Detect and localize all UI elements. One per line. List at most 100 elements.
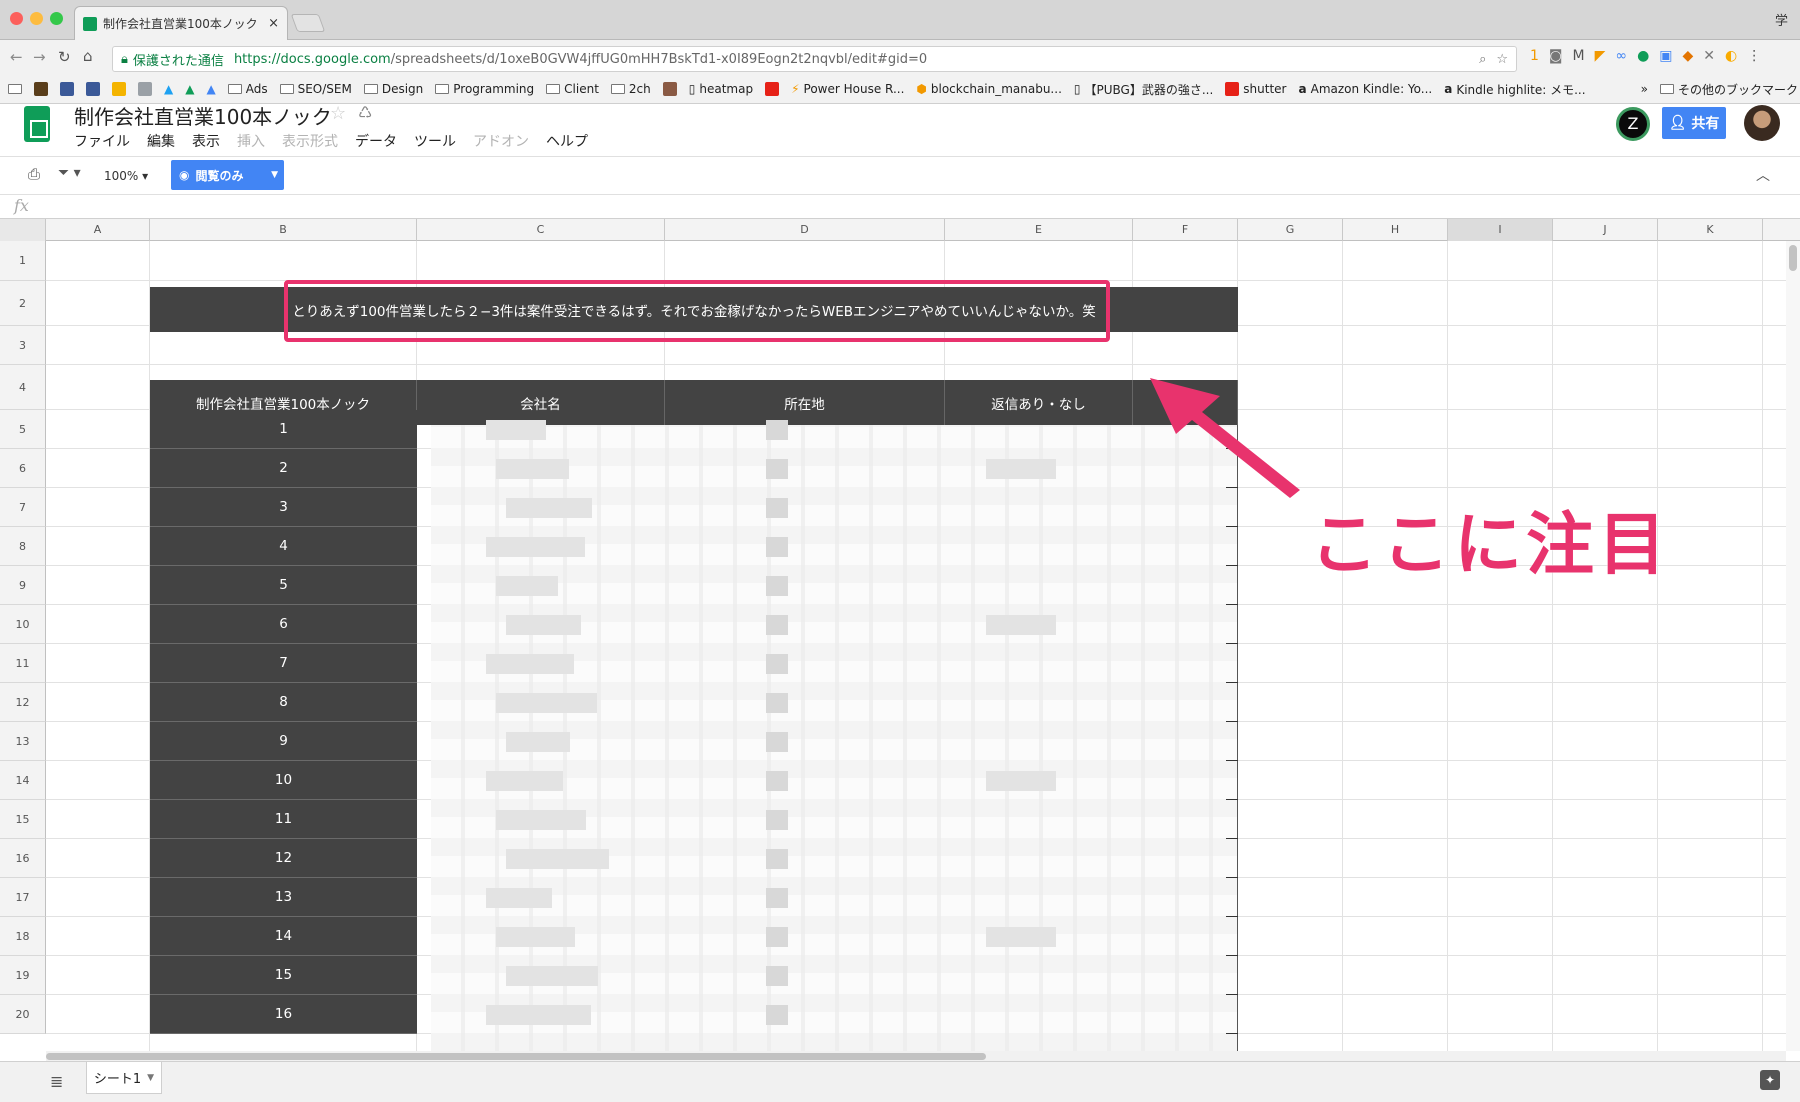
row-header[interactable]: 8: [0, 527, 46, 566]
forward-icon[interactable]: →: [33, 48, 46, 66]
menu-item[interactable]: 表示形式: [282, 131, 338, 151]
menu-item[interactable]: 表示: [192, 131, 220, 151]
chevron-up-icon[interactable]: ︿: [1756, 165, 1770, 185]
knock-number-cell[interactable]: 15: [150, 956, 417, 995]
chevron-down-icon[interactable]: ▼: [147, 1073, 154, 1083]
bookmark-heatmap[interactable]: ▯ heatmap: [689, 82, 753, 96]
facebook-icon[interactable]: [86, 82, 100, 96]
knock-number-cell[interactable]: 2: [150, 449, 417, 488]
bookmark-2ch[interactable]: 2ch: [610, 82, 651, 96]
zoom-icon[interactable]: ⌕: [1479, 52, 1486, 67]
knock-number-cell[interactable]: 12: [150, 839, 417, 878]
row-header[interactable]: 20: [0, 995, 46, 1034]
twitter-icon[interactable]: ▲: [164, 82, 173, 96]
column-header[interactable]: F: [1133, 219, 1238, 241]
cell-grid[interactable]: とりあえず100件営業したら２−3件は案件受注できるはず。それでお金稼げなかった…: [46, 241, 1800, 1051]
row-header[interactable]: 19: [0, 956, 46, 995]
star-icon[interactable]: ☆: [330, 103, 346, 124]
column-header[interactable]: K: [1658, 219, 1763, 241]
row-header[interactable]: 16: [0, 839, 46, 878]
view-only-button[interactable]: ◉ 閲覧のみ ▼: [171, 160, 284, 190]
filter-icon[interactable]: ⏷ ▾: [58, 165, 81, 181]
vertical-scrollbar[interactable]: [1786, 241, 1800, 1051]
bookmark-blockchain[interactable]: ⬢ blockchain_manabu...: [916, 82, 1062, 96]
blue-extension-icon[interactable]: ▣: [1659, 48, 1672, 64]
row-header[interactable]: 7: [0, 488, 46, 527]
facebook-icon[interactable]: [60, 82, 74, 96]
bookmark-star-icon[interactable]: ☆: [1496, 52, 1508, 67]
knock-number-cell[interactable]: 5: [150, 566, 417, 605]
drive-icon[interactable]: ▲: [185, 82, 194, 96]
menu-item[interactable]: 編集: [147, 131, 175, 151]
bookmark-pubg[interactable]: ▯ 【PUBG】武器の強さ...: [1074, 81, 1213, 98]
bookmark-ads[interactable]: Ads: [227, 82, 268, 96]
close-window-button[interactable]: [10, 12, 23, 25]
bookmark-shutter[interactable]: shutter: [1225, 82, 1287, 96]
menu-item[interactable]: アドオン: [473, 131, 529, 151]
knock-number-cell[interactable]: 7: [150, 644, 417, 683]
row-header[interactable]: 3: [0, 326, 46, 365]
address-bar[interactable]: 🔒︎ 保護された通信 https://docs.google.com /spre…: [112, 46, 1517, 72]
youtube-icon[interactable]: [765, 82, 780, 96]
column-header[interactable]: C: [417, 219, 665, 241]
header-cell-location[interactable]: 所在地: [665, 380, 945, 425]
avatar[interactable]: [1744, 105, 1780, 141]
green-extension-icon[interactable]: ●: [1637, 48, 1649, 64]
row-header[interactable]: 14: [0, 761, 46, 800]
tool-extension-icon[interactable]: ✕: [1703, 48, 1715, 64]
menu-item[interactable]: ファイル: [74, 131, 130, 151]
bookmark-client[interactable]: Client: [546, 82, 599, 96]
profile-label[interactable]: 学: [1775, 10, 1788, 29]
row-header[interactable]: 4: [0, 365, 46, 410]
knock-number-cell[interactable]: 10: [150, 761, 417, 800]
fox-extension-icon[interactable]: ◆: [1683, 48, 1694, 64]
k-bookmark-icon[interactable]: [34, 82, 48, 96]
row-header[interactable]: 11: [0, 644, 46, 683]
explore-icon[interactable]: ✦: [1760, 1070, 1780, 1090]
horizontal-scroll-thumb[interactable]: [46, 1053, 986, 1060]
minimize-window-button[interactable]: [30, 12, 43, 25]
menu-item[interactable]: ヘルプ: [546, 131, 588, 151]
header-cell-reply[interactable]: 返信あり・なし: [945, 380, 1133, 425]
adwords-icon[interactable]: ▲: [206, 82, 215, 96]
column-header[interactable]: I: [1448, 219, 1553, 241]
bookmark-seo-sem[interactable]: SEO/SEM: [279, 82, 352, 96]
menu-dots-icon[interactable]: ⋮: [1747, 48, 1761, 64]
sheet-tab[interactable]: シート1 ▼: [86, 1062, 162, 1094]
instagram-icon[interactable]: [662, 82, 677, 96]
orange-extension-icon[interactable]: ◐: [1725, 48, 1737, 64]
share-button[interactable]: 👤︎ 共有: [1662, 107, 1726, 139]
zoom-select[interactable]: 100% ▾: [104, 169, 148, 183]
tab-close-icon[interactable]: ×: [268, 16, 279, 31]
menu-item[interactable]: ツール: [414, 131, 456, 151]
row-header[interactable]: 15: [0, 800, 46, 839]
menu-item[interactable]: 挿入: [237, 131, 265, 151]
mail-extension-icon[interactable]: M: [1573, 48, 1585, 64]
analytics-icon[interactable]: [112, 82, 126, 96]
column-header[interactable]: G: [1238, 219, 1343, 241]
reload-icon[interactable]: ↻: [58, 48, 71, 66]
knock-number-cell[interactable]: 11: [150, 800, 417, 839]
chart-extension-icon[interactable]: ◤: [1595, 48, 1606, 64]
print-icon[interactable]: ⎙: [28, 165, 40, 183]
bookmark-kindle-highlite[interactable]: a Kindle highlite: メモ...: [1444, 81, 1585, 98]
zoo-avatar-icon[interactable]: Z: [1616, 107, 1650, 141]
home-icon[interactable]: ⌂: [83, 47, 93, 65]
bookmark-power-house[interactable]: ⚡ Power House R...: [791, 82, 904, 96]
browser-tab[interactable]: 制作会社直営業100本ノック - Go ×: [74, 6, 288, 40]
row-header[interactable]: 6: [0, 449, 46, 488]
column-header[interactable]: J: [1553, 219, 1658, 241]
camera-extension-icon[interactable]: ◙: [1549, 48, 1563, 64]
knock-number-cell[interactable]: 9: [150, 722, 417, 761]
back-icon[interactable]: ←: [10, 48, 23, 66]
row-header[interactable]: 2: [0, 281, 46, 326]
chevron-down-icon[interactable]: ▼: [271, 170, 278, 180]
maximize-window-button[interactable]: [50, 12, 63, 25]
column-header[interactable]: A: [46, 219, 150, 241]
bookmark-amazon-kindle[interactable]: a Amazon Kindle: Yo...: [1299, 82, 1433, 96]
new-tab-button[interactable]: [290, 14, 326, 32]
row-header[interactable]: 9: [0, 566, 46, 605]
bookmarks-overflow-icon[interactable]: »: [1641, 82, 1648, 96]
knock-number-cell[interactable]: 14: [150, 917, 417, 956]
link-extension-icon[interactable]: ∞: [1615, 48, 1627, 64]
